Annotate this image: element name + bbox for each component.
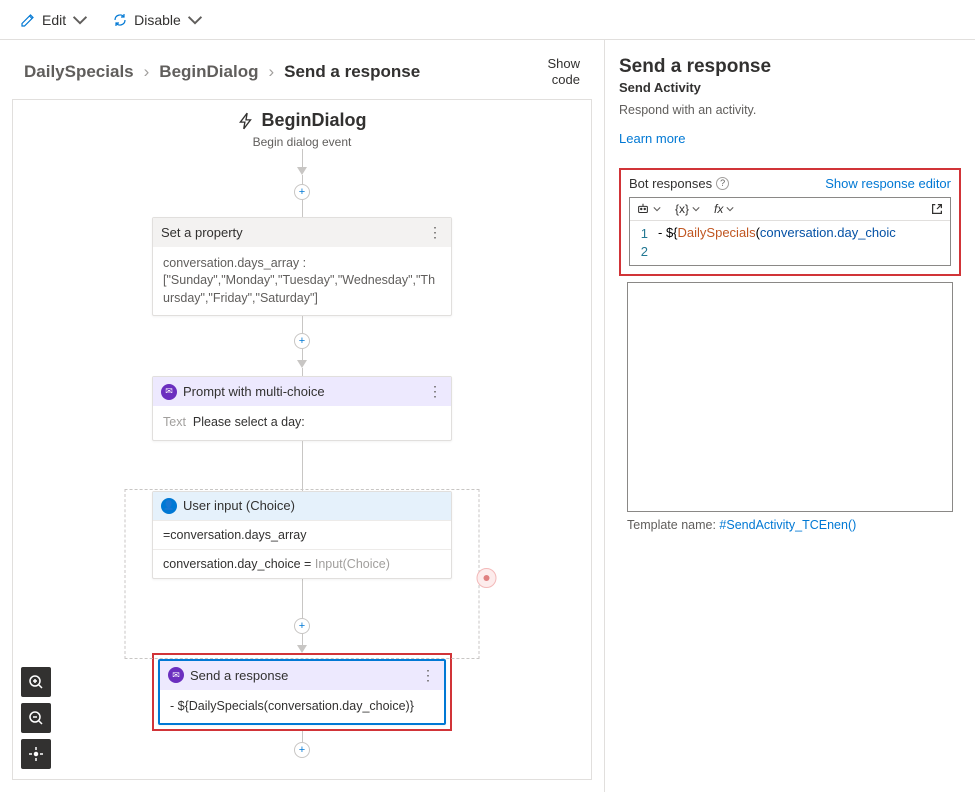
node-menu-button[interactable]: ⋮ <box>421 667 436 684</box>
canvas-pane: DailySpecials › BeginDialog › Send a res… <box>0 40 605 792</box>
chevron-down-icon <box>187 12 203 28</box>
chevron-down-icon <box>72 12 88 28</box>
code-content[interactable]: - ${DailySpecials(conversation.day_choic <box>652 221 902 265</box>
trigger-title: BeginDialog <box>261 110 366 131</box>
prompt-node[interactable]: ✉ Prompt with multi-choice ⋮ Text Please… <box>152 376 452 441</box>
user-input-node[interactable]: 👤 User input (Choice) =conversation.days… <box>152 491 452 579</box>
node-title: User input (Choice) <box>183 498 295 513</box>
add-action-button[interactable]: + <box>294 333 310 349</box>
zoom-controls <box>21 667 51 769</box>
user-input-assign: conversation.day_choice = <box>163 557 315 571</box>
fx-label: fx <box>714 202 723 216</box>
chat-icon: ✉ <box>168 667 184 683</box>
disable-label: Disable <box>134 12 181 28</box>
expanded-editor-area[interactable] <box>627 282 953 512</box>
send-response-highlight: ✉ Send a response ⋮ - ${DailySpecials(co… <box>152 653 452 732</box>
insert-property-button[interactable]: {x} <box>675 202 700 216</box>
add-action-button[interactable]: + <box>294 618 310 634</box>
locate-button[interactable] <box>21 739 51 769</box>
breadcrumb-item[interactable]: Send a response <box>284 62 420 82</box>
breadcrumb-item[interactable]: BeginDialog <box>159 62 258 82</box>
user-input-row: =conversation.days_array <box>153 520 451 549</box>
code-gutter: 1 2 <box>630 221 652 265</box>
insert-function-button[interactable]: fx <box>714 202 734 216</box>
edit-button[interactable]: Edit <box>20 12 88 28</box>
chat-icon: ✉ <box>161 384 177 400</box>
bot-icon <box>636 202 650 216</box>
trigger-node[interactable]: BeginDialog Begin dialog event <box>13 100 591 149</box>
user-input-placeholder: Input(Choice) <box>315 557 390 571</box>
template-name-link[interactable]: #SendActivity_TCEnen() <box>719 518 856 532</box>
learn-more-link[interactable]: Learn more <box>619 131 685 146</box>
breadcrumb-separator: › <box>268 62 274 82</box>
set-property-node[interactable]: Set a property ⋮ conversation.days_array… <box>152 217 452 317</box>
node-menu-button[interactable]: ⋮ <box>428 224 443 241</box>
warning-indicator-icon[interactable] <box>477 568 497 588</box>
details-pane: Send a response Send Activity Respond wi… <box>605 40 975 792</box>
details-description: Respond with an activity. <box>619 103 961 117</box>
node-title: Set a property <box>161 225 243 240</box>
breadcrumb-separator: › <box>144 62 150 82</box>
node-title: Prompt with multi-choice <box>183 384 325 399</box>
chevron-down-icon <box>653 205 661 213</box>
popout-icon[interactable] <box>930 202 944 216</box>
code-editor[interactable]: {x} fx 1 2 - ${DailyS <box>629 197 951 266</box>
lightning-icon <box>237 112 255 130</box>
breadcrumb: DailySpecials › BeginDialog › Send a res… <box>24 62 420 82</box>
node-menu-button[interactable]: ⋮ <box>428 383 443 400</box>
insert-template-button[interactable] <box>636 202 661 216</box>
braces-label: {x} <box>675 202 689 216</box>
trigger-subtitle: Begin dialog event <box>13 135 591 149</box>
show-code-button[interactable]: Show code <box>540 56 580 87</box>
add-action-button[interactable]: + <box>294 742 310 758</box>
bot-responses-label: Bot responses ? <box>629 176 729 191</box>
node-body: conversation.days_array : ["Sunday","Mon… <box>153 247 451 316</box>
zoom-in-button[interactable] <box>21 667 51 697</box>
prompt-text-label: Text <box>163 415 186 429</box>
node-title: Send a response <box>190 668 288 683</box>
edit-label: Edit <box>42 12 66 28</box>
bot-responses-panel: Bot responses ? Show response editor {x} <box>619 168 961 276</box>
template-name-label: Template name: <box>627 518 719 532</box>
target-icon <box>28 746 44 762</box>
chevron-down-icon <box>726 205 734 213</box>
zoom-out-button[interactable] <box>21 703 51 733</box>
pencil-icon <box>20 12 36 28</box>
disable-button[interactable]: Disable <box>112 12 203 28</box>
canvas-scroll[interactable]: BeginDialog Begin dialog event + Set a p… <box>12 99 592 780</box>
prompt-text-value: Please select a day: <box>193 415 305 429</box>
node-body: - ${DailySpecials(conversation.day_choic… <box>160 690 444 724</box>
details-title: Send a response <box>619 56 961 78</box>
toolbar: Edit Disable <box>0 0 975 40</box>
details-kind: Send Activity <box>619 80 961 95</box>
template-name-row: Template name: #SendActivity_TCEnen() <box>619 512 961 532</box>
show-code-label: Show code <box>540 56 580 87</box>
chevron-down-icon <box>692 205 700 213</box>
show-response-editor-link[interactable]: Show response editor <box>825 176 951 191</box>
zoom-in-icon <box>28 674 44 690</box>
add-action-button[interactable]: + <box>294 184 310 200</box>
zoom-out-icon <box>28 710 44 726</box>
breadcrumb-item[interactable]: DailySpecials <box>24 62 134 82</box>
send-response-node[interactable]: ✉ Send a response ⋮ - ${DailySpecials(co… <box>158 659 446 726</box>
help-icon[interactable]: ? <box>716 177 729 190</box>
user-input-row: conversation.day_choice = Input(Choice) <box>153 549 451 578</box>
refresh-icon <box>112 12 128 28</box>
person-icon: 👤 <box>161 498 177 514</box>
